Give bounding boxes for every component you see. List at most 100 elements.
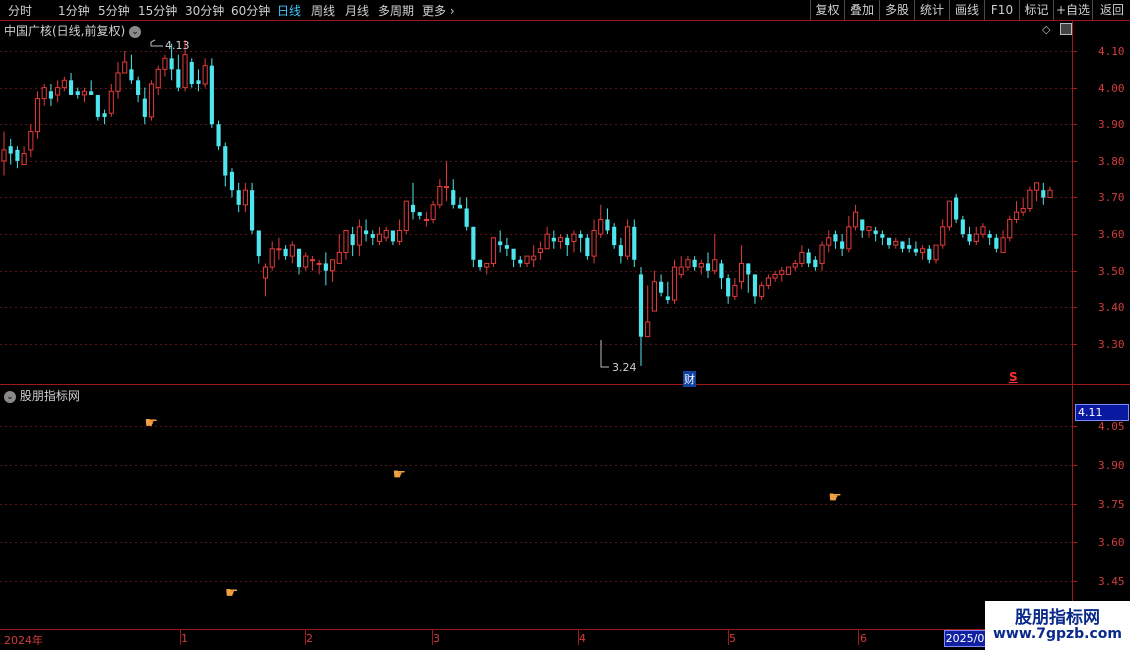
- candle-body: [933, 244, 939, 261]
- candle-body: [81, 90, 88, 96]
- candle-body: [242, 189, 248, 206]
- candle-body: [537, 248, 543, 253]
- candle-body: [148, 83, 155, 118]
- indicator-title: 股朋指标网: [19, 389, 80, 403]
- candle-body: [840, 241, 845, 249]
- candle-body: [370, 234, 375, 238]
- y-tick-label: 3.60: [1098, 227, 1125, 241]
- candle-body: [900, 241, 905, 249]
- hand-point-icon: ☛: [828, 488, 841, 506]
- candle-body: [329, 259, 336, 272]
- indicator-tick-label: 3.60: [1098, 535, 1125, 549]
- candle-body: [692, 259, 697, 268]
- hand-point-icon: ☛: [145, 413, 158, 431]
- candle-body: [833, 234, 838, 242]
- candle-body: [746, 263, 751, 275]
- hand-point-icon: ☛: [225, 583, 238, 601]
- candle-body: [531, 255, 537, 261]
- watermark-title: 股朋指标网: [1015, 608, 1100, 628]
- candle-body: [296, 248, 302, 268]
- candle-body: [1041, 190, 1046, 198]
- candle-body: [155, 68, 161, 89]
- candle-body: [196, 80, 201, 84]
- candle-body: [55, 87, 61, 96]
- candle-body: [8, 146, 13, 154]
- y-tick-label: 3.80: [1098, 154, 1125, 168]
- indicator-tick-label: 3.75: [1098, 497, 1125, 511]
- candle-body: [893, 240, 899, 246]
- candle-body: [350, 234, 355, 246]
- candle-body: [21, 153, 27, 166]
- candle-body: [967, 234, 972, 242]
- kline-chart[interactable]: ☛ ☛ ☛ ☛: [0, 0, 1130, 650]
- candle-body: [48, 91, 54, 99]
- candle-body: [685, 259, 691, 268]
- candle-body: [1007, 218, 1013, 239]
- candle-body: [89, 91, 94, 95]
- candle-body: [471, 226, 476, 260]
- low-annotation: 3.24: [612, 361, 637, 374]
- candle-body: [269, 248, 275, 268]
- candle-body: [316, 262, 322, 265]
- candle-body: [880, 234, 885, 238]
- candle-body: [954, 197, 959, 220]
- financial-marker[interactable]: 财: [683, 371, 696, 387]
- candle-body: [994, 237, 999, 249]
- candle-body: [437, 186, 443, 206]
- candle-body: [323, 263, 328, 271]
- candle-body: [182, 54, 188, 89]
- candle-body: [759, 284, 765, 297]
- candle-body: [860, 219, 865, 231]
- candle-body: [189, 61, 194, 84]
- candle-body: [1020, 207, 1026, 213]
- candle-body: [980, 226, 986, 235]
- candle-body: [122, 61, 128, 74]
- x-label-2024: 2024年: [4, 634, 43, 647]
- candle-body: [927, 248, 932, 260]
- candle-body: [75, 91, 80, 95]
- candle-body: [256, 230, 261, 257]
- candle-body: [162, 57, 168, 70]
- x-label-month-3: 3: [433, 632, 440, 645]
- candle-body: [712, 259, 718, 272]
- candle-body: [565, 237, 570, 246]
- candle-body: [61, 79, 67, 89]
- candle-body: [698, 262, 704, 268]
- indicator-tick-label: 3.45: [1098, 574, 1125, 588]
- candle-body: [28, 131, 34, 151]
- candle-body: [752, 274, 758, 297]
- candle-body: [624, 226, 631, 257]
- candle-body: [1013, 211, 1020, 220]
- candle-body: [659, 281, 664, 293]
- s-marker[interactable]: S: [1009, 370, 1018, 384]
- candle-body: [886, 237, 892, 246]
- candle-body: [987, 234, 992, 238]
- candle-body: [430, 204, 436, 220]
- candle-body: [779, 270, 785, 275]
- candle-body: [390, 230, 395, 242]
- x-label-month-1: 1: [181, 632, 188, 645]
- candle-body: [477, 259, 483, 268]
- panel-toggle-icon[interactable]: [1060, 23, 1072, 35]
- diamond-icon[interactable]: ◇: [1042, 23, 1050, 36]
- candle-body: [1000, 237, 1006, 253]
- candle-body: [612, 226, 617, 246]
- candle-body: [142, 98, 147, 117]
- candle-body: [209, 65, 214, 125]
- candle-body: [671, 266, 678, 301]
- candle-body: [95, 94, 100, 117]
- candle-body: [605, 219, 610, 231]
- candle-body: [866, 226, 872, 231]
- chevron-down-icon[interactable]: ⌄: [129, 25, 142, 38]
- candle-body: [283, 248, 288, 257]
- candle-body: [490, 237, 497, 264]
- chevron-down-icon[interactable]: ⌄: [4, 390, 16, 403]
- candle-body: [806, 252, 811, 264]
- candle-body: [772, 273, 778, 279]
- candle-body: [451, 190, 456, 205]
- candle-body: [598, 218, 604, 235]
- candle-body: [632, 226, 637, 260]
- y-tick-label: 3.90: [1098, 117, 1125, 131]
- candle-body: [484, 262, 490, 268]
- candle-body: [873, 230, 878, 235]
